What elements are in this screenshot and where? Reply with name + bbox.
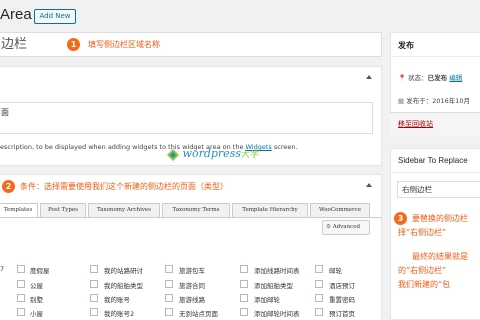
checkbox-label: 添加邮轮 [254,296,280,304]
checkbox-label: 度假屋 [30,267,50,275]
pin-icon: 📍 [398,74,407,82]
calendar-icon: ▦ [398,97,405,105]
add-new-button[interactable]: Add New [34,9,76,24]
checkbox-label: 我的账号 [104,296,130,304]
checkbox[interactable] [90,265,98,273]
checkbox[interactable] [90,294,98,302]
checkbox-label: 添加邮轮时间表 [254,310,300,318]
checkbox[interactable] [165,280,173,288]
checkbox[interactable] [17,294,25,302]
sidebar-title-input[interactable]: 边栏 [0,32,382,57]
page-title: Area [0,6,32,23]
checkbox[interactable] [240,294,248,302]
step3-line3: 最终的结果就是 [412,252,468,261]
tab-woocommerce[interactable]: WooCommerce [310,203,370,218]
checkbox[interactable] [165,265,173,273]
description-textarea[interactable]: 面 [0,102,373,134]
tab-taxonomy-terms[interactable]: Taxonomy Terms [162,203,230,218]
publish-title: 发布 [398,41,414,50]
checkbox[interactable] [240,308,248,316]
checkbox[interactable] [165,294,173,302]
publish-date-row: ▦ 发布于：2016年10月 [398,97,471,105]
checkbox-label: 预订首页 [329,310,355,318]
advanced-button[interactable]: ⚙ Advanced [322,220,370,235]
checkbox[interactable] [315,308,323,316]
edit-status-link[interactable]: 编辑 [449,74,462,82]
checkbox-label: 我的船舶类型 [104,282,143,290]
checkbox-label: 别墅 [30,296,43,304]
tab-taxonomy-archives[interactable]: Taxonomy Archives [88,203,160,218]
checkbox[interactable] [240,265,248,273]
tab-post-types[interactable]: Post Types [40,203,86,218]
step3-line1: 要替换的侧边栏 [412,214,468,223]
tab-template-hierarchy[interactable]: Template Hierarchy [232,203,308,218]
step2-annotation: 条件：选择需要使用我们这个新建的侧边栏的页面（类型） [20,182,228,191]
checkbox-label: 添加线路时间表 [254,267,300,275]
checkbox[interactable] [90,308,98,316]
step2-badge: 2 [2,180,15,193]
checkbox-label: 邮轮 [329,267,342,275]
checkbox-label: 旅游线路 [179,296,205,304]
checkbox-label: 旅游包车 [179,267,205,275]
checkbox[interactable] [315,265,323,273]
collapse-icon[interactable] [366,75,372,79]
checkbox-label: 重置密码 [329,296,355,304]
checkbox[interactable] [240,280,248,288]
checkbox-label: 旅游合同 [179,282,205,290]
gear-icon: ⚙ [326,224,331,230]
status-row: 📍 状态：已发布 编辑 [398,74,463,82]
checkbox[interactable] [165,308,173,316]
checkbox[interactable] [90,280,98,288]
checkbox-label: 添加船舶类型 [254,282,293,290]
row-number: 7 [0,265,5,273]
checkbox[interactable] [17,308,25,316]
checkbox-label: 我的账号2 [104,310,135,318]
checkbox-label: 无到站点页面 [179,310,218,318]
checkbox[interactable] [315,294,323,302]
step1-annotation: 填写侧边栏区域名称 [88,40,160,49]
checkbox[interactable] [17,265,25,273]
tab-templates[interactable]: Templates [0,203,38,218]
step3-line5: 我们新建的“包 [398,280,451,289]
checkbox-label: 酒店预订 [329,282,355,290]
trash-link[interactable]: 移至回收站 [398,119,433,129]
step3-badge: 3 [394,212,407,225]
collapse-icon[interactable] [366,183,372,187]
watermark-logo-icon [167,148,179,161]
divider [390,172,480,173]
wordpress-daxue-watermark: wordpress大学 [166,147,259,162]
step3-line2: 择“右侧边栏” [398,228,447,237]
tab-divider [0,217,382,218]
checkbox[interactable] [315,280,323,288]
step3-line4: 的“右侧边栏” [398,266,447,275]
checkbox-label: 小屋 [30,310,43,318]
sidebar-replace-select[interactable]: 右侧边栏 [397,181,480,198]
checkbox-label: 我的站路研讨 [104,267,143,275]
checkbox-label: 公屋 [30,282,43,290]
divider [390,56,480,57]
step1-badge: 1 [67,38,80,51]
checkbox[interactable] [17,280,25,288]
sidebar-replace-title: Sidebar To Replace [398,156,468,165]
